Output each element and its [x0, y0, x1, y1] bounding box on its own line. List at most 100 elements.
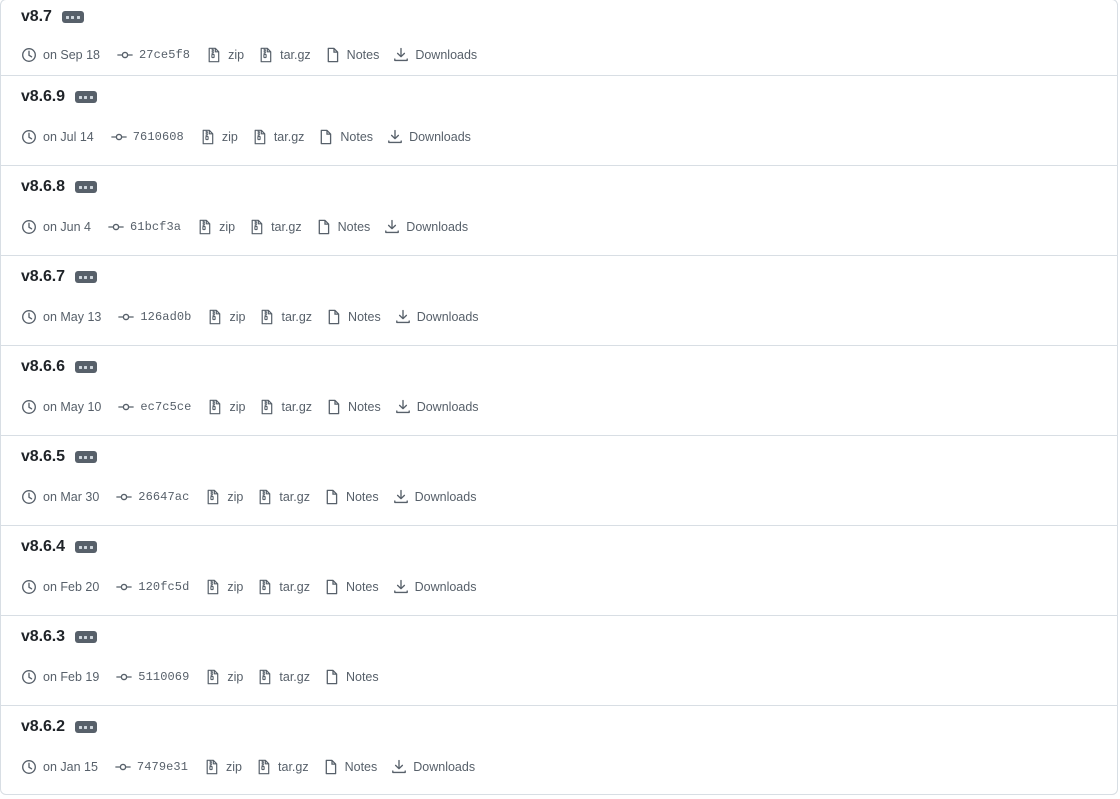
kebab-horizontal-icon[interactable]	[74, 451, 97, 463]
release-tag-name[interactable]: v8.6.4	[21, 537, 65, 557]
release-downloads-label: Downloads	[406, 220, 469, 234]
kebab-horizontal-icon[interactable]	[74, 721, 97, 733]
release-zip[interactable]: zip	[197, 218, 235, 236]
release-notes[interactable]: Notes	[326, 398, 381, 416]
release-targz[interactable]: tar.gz	[256, 758, 309, 776]
release-tag-name[interactable]: v8.6.8	[21, 177, 65, 197]
release-commit[interactable]: 7610608	[110, 128, 184, 146]
release-notes-label: Notes	[346, 48, 380, 62]
release-date: on Feb 19	[21, 668, 99, 686]
release-zip[interactable]: zip	[205, 668, 243, 686]
release-downloads[interactable]: Downloads	[393, 46, 477, 64]
release-zip[interactable]: zip	[205, 488, 243, 506]
release-zip[interactable]: zip	[207, 308, 245, 326]
release-commit[interactable]: 7479e31	[115, 758, 188, 776]
release-row-inner: v8.6.3 on Feb 19 5110069 zip tar.gz Notes	[1, 616, 1117, 690]
release-downloads[interactable]: Downloads	[384, 218, 468, 236]
release-tag-name[interactable]: v8.7	[21, 7, 52, 27]
file-zip-icon	[200, 129, 216, 145]
release-notes-label: Notes	[348, 310, 381, 324]
git-commit-icon	[116, 579, 133, 595]
release-targz[interactable]: tar.gz	[257, 578, 310, 596]
release-title-line: v8.6.7	[21, 256, 1101, 293]
release-targz[interactable]: tar.gz	[259, 308, 312, 326]
release-zip[interactable]: zip	[200, 128, 238, 146]
release-row: v8.6.5 on Mar 30 26647ac zip tar.gz Notes Down…	[1, 436, 1117, 526]
release-date: on Sep 18	[21, 46, 100, 64]
release-downloads[interactable]: Downloads	[393, 488, 476, 506]
release-commit[interactable]: 126ad0b	[118, 308, 191, 326]
release-notes[interactable]: Notes	[318, 128, 373, 146]
release-downloads[interactable]: Downloads	[387, 128, 471, 146]
kebab-horizontal-icon[interactable]	[74, 631, 97, 643]
file-icon	[326, 309, 342, 325]
release-meta-line: on Jan 15 7479e31 zip tar.gz Notes Downloads	[21, 754, 1101, 780]
release-zip-label: zip	[221, 130, 238, 144]
kebab-horizontal-icon[interactable]	[61, 11, 84, 23]
kebab-horizontal-icon[interactable]	[74, 271, 97, 283]
release-targz[interactable]: tar.gz	[249, 218, 302, 236]
release-downloads[interactable]: Downloads	[391, 758, 475, 776]
file-icon	[325, 47, 341, 63]
release-notes[interactable]: Notes	[324, 578, 379, 596]
release-commit[interactable]: 27ce5f8	[117, 46, 190, 64]
file-zip-icon	[205, 489, 221, 505]
release-targz[interactable]: tar.gz	[259, 398, 312, 416]
release-notes[interactable]: Notes	[325, 46, 380, 64]
release-commit[interactable]: ec7c5ce	[118, 398, 191, 416]
release-zip-label: zip	[229, 310, 246, 324]
release-downloads[interactable]: Downloads	[393, 578, 477, 596]
release-date-label: on Mar 30	[43, 490, 100, 504]
release-commit[interactable]: 26647ac	[116, 488, 189, 506]
release-targz[interactable]: tar.gz	[257, 488, 310, 506]
release-downloads[interactable]: Downloads	[395, 308, 479, 326]
release-targz-label: tar.gz	[279, 490, 310, 504]
release-targz-label: tar.gz	[279, 670, 310, 684]
release-notes[interactable]: Notes	[316, 218, 370, 236]
release-commit[interactable]: 61bcf3a	[108, 218, 181, 236]
release-tag-name[interactable]: v8.6.3	[21, 627, 65, 647]
kebab-horizontal-icon[interactable]	[74, 91, 97, 103]
release-zip[interactable]: zip	[207, 398, 245, 416]
release-row: v8.6.9 on Jul 14 7610608 zip tar.gz Notes Down…	[1, 76, 1117, 166]
release-row: v8.6.7 on May 13 126ad0b zip tar.gz Notes Down…	[1, 256, 1117, 346]
release-targz[interactable]: tar.gz	[252, 128, 304, 146]
file-zip-icon	[204, 759, 220, 775]
release-targz[interactable]: tar.gz	[257, 668, 310, 686]
release-zip-label: zip	[227, 580, 244, 594]
release-tag-name[interactable]: v8.6.9	[21, 87, 65, 107]
release-meta-line: on Jun 4 61bcf3a zip tar.gz Notes Downloads	[21, 214, 1101, 240]
release-meta-line: on May 10 ec7c5ce zip tar.gz Notes Downloads	[21, 394, 1101, 420]
download-icon	[393, 579, 409, 595]
release-commit[interactable]: 5110069	[116, 668, 189, 686]
kebab-horizontal-icon[interactable]	[74, 361, 97, 373]
release-commit[interactable]: 120fc5d	[116, 578, 189, 596]
release-date-label: on May 13	[43, 310, 102, 324]
release-zip[interactable]: zip	[206, 46, 244, 64]
release-title-line: v8.6.3	[21, 616, 1101, 653]
kebab-horizontal-icon[interactable]	[74, 181, 97, 193]
release-tag-name[interactable]: v8.6.7	[21, 267, 65, 287]
release-targz[interactable]: tar.gz	[258, 46, 311, 64]
download-icon	[384, 219, 400, 235]
release-zip[interactable]: zip	[204, 758, 242, 776]
kebab-horizontal-icon[interactable]	[74, 541, 97, 553]
release-notes[interactable]: Notes	[323, 758, 377, 776]
release-row-inner: v8.6.2 on Jan 15 7479e31 zip tar.gz Notes Down…	[1, 706, 1117, 780]
release-row-inner: v8.7 on Sep 18 27ce5f8 zip tar.gz Notes Downlo…	[1, 0, 1117, 68]
release-tag-name[interactable]: v8.6.5	[21, 447, 65, 467]
git-commit-icon	[108, 219, 124, 235]
release-zip-label: zip	[228, 48, 245, 62]
release-tag-name[interactable]: v8.6.2	[21, 717, 65, 737]
file-icon	[318, 129, 334, 145]
release-zip[interactable]: zip	[205, 578, 243, 596]
release-downloads-label: Downloads	[414, 580, 477, 594]
release-notes[interactable]: Notes	[324, 488, 379, 506]
release-downloads[interactable]: Downloads	[395, 398, 479, 416]
release-zip-label: zip	[226, 760, 243, 774]
release-date: on Jan 15	[21, 758, 98, 776]
release-tag-name[interactable]: v8.6.6	[21, 357, 65, 377]
release-notes[interactable]: Notes	[326, 308, 381, 326]
file-zip-icon	[257, 669, 273, 685]
release-notes[interactable]: Notes	[324, 668, 379, 686]
